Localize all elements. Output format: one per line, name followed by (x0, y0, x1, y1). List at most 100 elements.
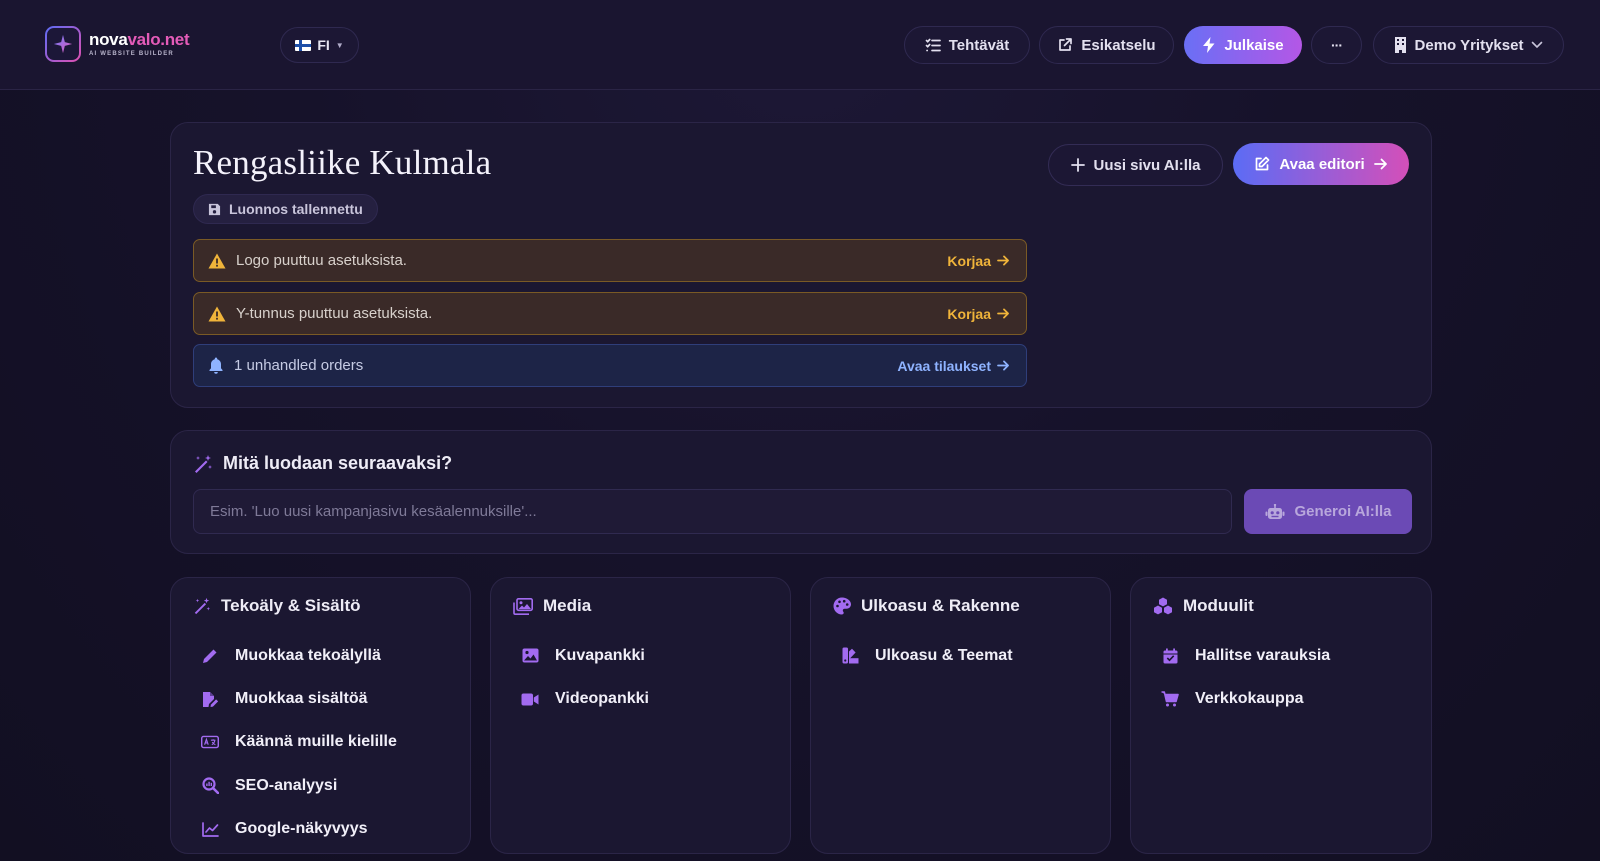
draft-saved-badge: Luonnos tallennettu (193, 194, 378, 224)
save-icon (208, 203, 221, 215)
preview-button[interactable]: Esikatselu (1039, 26, 1174, 64)
brand-name: novavalo.net (89, 30, 190, 49)
pencil-icon (203, 649, 217, 663)
tool-card-title: Moduulit (1153, 596, 1254, 616)
tool-item-label: Kuvapankki (555, 646, 645, 664)
tasks-label: Tehtävät (948, 36, 1010, 54)
lightning-icon (1203, 37, 1215, 53)
tool-web-shop[interactable]: Verkkokauppa (1161, 677, 1330, 720)
tool-card-title: Media (513, 596, 591, 616)
list-check-icon (925, 38, 941, 52)
language-icon (201, 736, 219, 749)
fix-business-id-link[interactable]: Korjaa (947, 306, 1010, 322)
tool-image-bank[interactable]: Kuvapankki (521, 634, 649, 677)
tool-card-title-text: Tekoäly & Sisältö (221, 596, 361, 615)
tool-item-label: Käännä muille kielille (235, 733, 397, 751)
external-link-icon (1059, 38, 1073, 51)
tool-card-title-text: Moduulit (1183, 596, 1254, 615)
tasks-button[interactable]: Tehtävät (904, 26, 1030, 64)
cubes-icon (1154, 597, 1172, 615)
finland-flag-icon (295, 39, 312, 51)
open-editor-label: Avaa editori (1279, 155, 1365, 173)
brand-logo[interactable]: novavalo.net AI WEBSITE BUILDER (45, 26, 190, 62)
tool-item-label: Verkkokauppa (1195, 690, 1304, 708)
tool-translate[interactable]: Käännä muille kielille (201, 721, 397, 764)
tool-edit-with-ai[interactable]: Muokkaa tekoälyllä (201, 634, 397, 677)
alert-missing-logo: Logo puuttuu asetuksista. Korjaa (193, 239, 1027, 282)
tool-edit-content[interactable]: Muokkaa sisältöä (201, 677, 397, 720)
generate-ai-label: Generoi AI:lla (1294, 503, 1392, 520)
alert-missing-business-id: Y-tunnus puuttuu asetuksista. Korjaa (193, 292, 1027, 335)
chevron-down-icon (1532, 41, 1543, 49)
caret-down-icon: ▼ (335, 40, 344, 50)
tool-google-visibility[interactable]: Google-näkyvyys (201, 808, 397, 851)
top-navigation-bar: novavalo.net AI WEBSITE BUILDER FI ▼ Teh… (0, 0, 1600, 90)
alert-message: Logo puuttuu asetuksista. (236, 252, 407, 269)
language-selector[interactable]: FI ▼ (280, 27, 359, 63)
palette-icon (833, 597, 851, 615)
arrow-right-icon (997, 360, 1009, 371)
tool-card-title-text: Media (543, 596, 592, 615)
open-editor-button[interactable]: Avaa editori (1233, 143, 1409, 185)
generate-prompt-input[interactable] (193, 489, 1232, 534)
tool-video-bank[interactable]: Videopankki (521, 677, 649, 720)
more-options-button[interactable]: ··· (1311, 26, 1362, 64)
robot-icon (1265, 503, 1285, 519)
new-page-ai-button[interactable]: Uusi sivu AI:lla (1048, 144, 1223, 186)
tool-item-label: Muokkaa sisältöä (235, 690, 368, 708)
tool-list: Kuvapankki Videopankki (521, 634, 649, 721)
generate-heading: Mitä luodaan seuraavaksi? (193, 453, 452, 474)
language-code: FI (317, 37, 330, 53)
images-icon (513, 597, 533, 615)
image-icon (522, 648, 538, 663)
company-name: Demo Yritykset (1414, 36, 1524, 54)
arrow-right-icon (1373, 158, 1387, 170)
shopping-cart-icon (1161, 691, 1179, 707)
tool-item-label: Hallitse varauksia (1195, 646, 1331, 664)
tool-list: Ulkoasu & Teemat (841, 634, 1013, 677)
tool-item-label: Ulkoasu & Teemat (875, 646, 1013, 664)
publish-label: Julkaise (1224, 36, 1284, 54)
publish-button[interactable]: Julkaise (1184, 26, 1302, 64)
company-selector[interactable]: Demo Yritykset (1373, 26, 1564, 64)
ai-generate-card: Mitä luodaan seuraavaksi? Generoi AI:lla (170, 430, 1432, 554)
sparkle-logo-icon (45, 26, 81, 62)
draft-saved-label: Luonnos tallennettu (229, 201, 363, 217)
bell-icon (209, 357, 223, 374)
tool-item-label: SEO-analyysi (235, 776, 338, 794)
building-icon (1394, 37, 1406, 53)
line-chart-icon (201, 821, 219, 837)
tool-card-title: Ulkoasu & Rakenne (833, 596, 1020, 616)
tool-manage-bookings[interactable]: Hallitse varauksia (1161, 634, 1330, 677)
calendar-check-icon (1163, 648, 1177, 664)
tool-seo-analysis[interactable]: SEO-analyysi (201, 764, 397, 807)
brand-tagline: AI WEBSITE BUILDER (89, 51, 174, 57)
warning-triangle-icon (208, 306, 226, 321)
tool-item-label: Google-näkyvyys (235, 820, 368, 838)
ellipsis-icon: ··· (1331, 37, 1343, 53)
fix-logo-link[interactable]: Korjaa (947, 253, 1010, 269)
site-overview-card: Rengasliike Kulmala Luonnos tallennettu … (170, 122, 1432, 408)
tool-list: Hallitse varauksia Verkkokauppa (1161, 634, 1330, 721)
warning-triangle-icon (208, 253, 226, 268)
edit-icon (1255, 156, 1270, 171)
new-page-ai-label: Uusi sivu AI:lla (1093, 156, 1201, 174)
tool-item-label: Muokkaa tekoälyllä (235, 646, 381, 664)
tool-card-ai-content: Tekoäly & Sisältö Muokkaa tekoälyllä Muo… (170, 577, 471, 854)
generate-ai-button[interactable]: Generoi AI:lla (1244, 489, 1412, 534)
tool-card-title-text: Ulkoasu & Rakenne (861, 596, 1020, 615)
tool-card-modules: Moduulit Hallitse varauksia Verkkokauppa (1130, 577, 1432, 854)
alert-message: 1 unhandled orders (234, 357, 364, 374)
tool-themes[interactable]: Ulkoasu & Teemat (841, 634, 1013, 677)
alert-message: Y-tunnus puuttuu asetuksista. (236, 305, 433, 322)
tool-list: Muokkaa tekoälyllä Muokkaa sisältöä Kään… (201, 634, 397, 851)
video-icon (521, 693, 539, 706)
tool-card-title: Tekoäly & Sisältö (193, 596, 361, 616)
open-orders-link[interactable]: Avaa tilaukset (897, 358, 1010, 374)
arrow-right-icon (997, 255, 1009, 266)
arrow-right-icon (997, 308, 1009, 319)
tool-card-media: Media Kuvapankki Videopankki (490, 577, 791, 854)
site-title: Rengasliike Kulmala (193, 143, 492, 182)
magic-wand-icon (195, 454, 212, 473)
search-analysis-icon (201, 777, 219, 795)
